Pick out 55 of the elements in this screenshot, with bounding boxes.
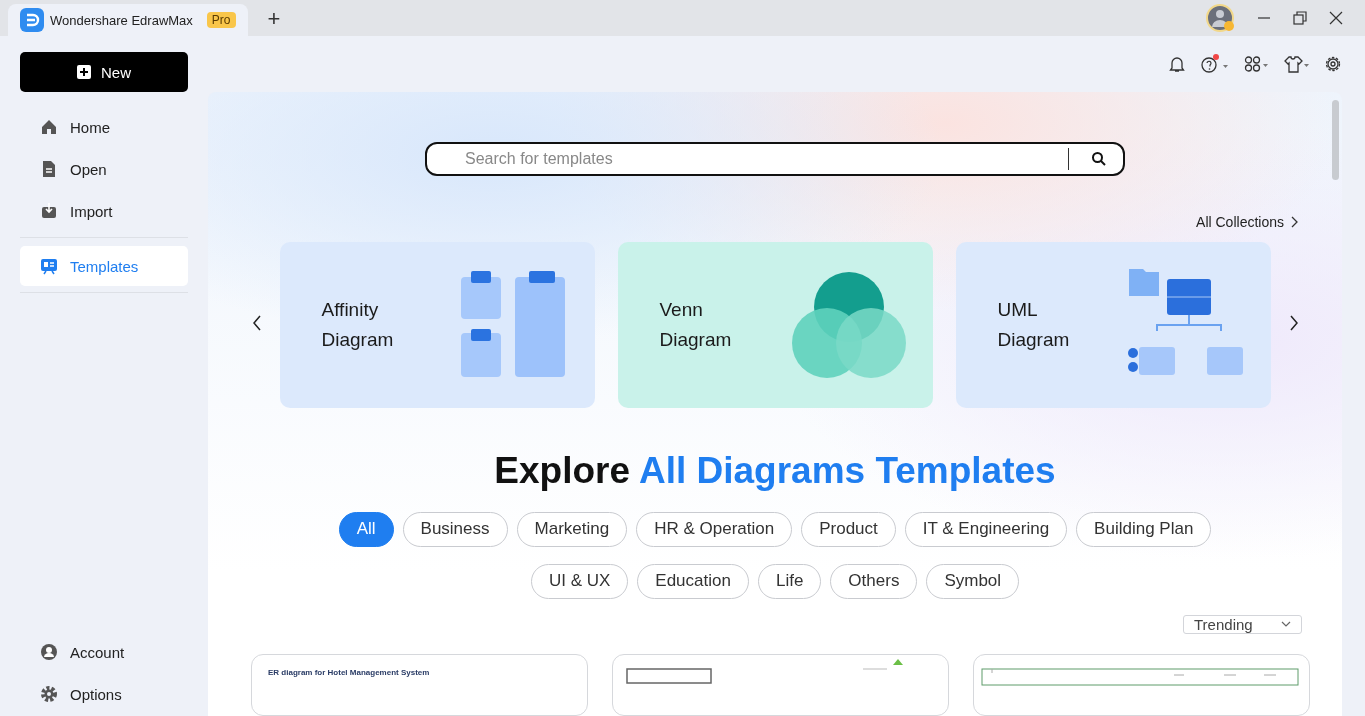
new-button[interactable]: New — [20, 52, 188, 92]
scrollbar[interactable] — [1332, 100, 1339, 180]
filter-chip[interactable]: UI & UX — [530, 563, 629, 599]
apps-icon[interactable] — [1244, 55, 1270, 73]
chevron-left-icon — [251, 315, 262, 332]
close-icon[interactable] — [1329, 11, 1343, 25]
app-title: Wondershare EdrawMax — [50, 12, 193, 28]
filter-chip[interactable]: Others — [830, 563, 918, 599]
help-icon[interactable] — [1200, 54, 1230, 74]
templates-icon — [40, 257, 58, 275]
template-category-card[interactable]: Venn Diagram — [617, 241, 933, 408]
pro-badge: Pro — [206, 12, 236, 28]
nav-item[interactable]: Home — [20, 107, 188, 147]
search-field[interactable]: Search for templates — [425, 142, 1125, 176]
filter-chip[interactable]: Marketing — [516, 511, 628, 547]
nav-item[interactable]: Options — [20, 674, 188, 714]
document-icon — [40, 160, 58, 178]
section-heading: Explore All Diagrams Templates — [494, 449, 1056, 492]
template-category-card[interactable]: UML Diagram — [955, 241, 1271, 408]
nav-item[interactable]: Open — [20, 149, 188, 189]
chevron-down-icon — [1281, 621, 1291, 628]
nav-item[interactable]: Import — [20, 191, 188, 231]
chevron-right-icon — [1290, 215, 1298, 228]
filter-chip[interactable]: IT & Engineering — [904, 511, 1068, 547]
account-icon — [40, 643, 58, 661]
all-collections-link[interactable]: All Collections — [1196, 213, 1298, 230]
search-input[interactable]: Search for templates — [463, 148, 1058, 169]
template-title: ER diagram for Hotel Management System — [268, 668, 431, 677]
filter-chip[interactable]: Business — [402, 511, 508, 547]
plus-icon — [77, 65, 91, 79]
filter-chip[interactable]: Symbol — [926, 563, 1020, 599]
sort-dropdown[interactable]: Trending — [1183, 614, 1302, 634]
filter-chip[interactable]: All — [338, 511, 394, 547]
bell-icon[interactable] — [1168, 55, 1186, 73]
new-tab-button[interactable]: + — [261, 3, 287, 33]
template-category-card[interactable]: Affinity Diagram — [279, 241, 595, 408]
search-icon[interactable] — [1091, 150, 1107, 167]
home-icon — [40, 118, 58, 136]
nav-item[interactable]: Account — [20, 632, 188, 672]
filter-chip[interactable]: Building Plan — [1076, 511, 1212, 547]
template-card[interactable]: ER diagram for Hotel Management System — [251, 654, 588, 716]
avatar-icon[interactable] — [1205, 3, 1235, 33]
filter-chip[interactable]: Education — [637, 563, 749, 599]
settings-icon — [40, 685, 58, 703]
nav-item[interactable]: Templates — [20, 246, 188, 286]
app-tab[interactable]: Wondershare EdrawMax Pro — [8, 4, 248, 36]
shirt-icon[interactable] — [1284, 55, 1310, 73]
restore-icon[interactable] — [1293, 11, 1307, 25]
filter-chip[interactable]: Product — [801, 511, 896, 547]
filter-chip[interactable]: HR & Operation — [636, 511, 793, 547]
import-icon — [40, 202, 58, 220]
settings-icon[interactable] — [1324, 55, 1342, 73]
filter-chip[interactable]: Life — [757, 563, 822, 599]
chevron-right-icon — [1288, 315, 1299, 332]
app-logo-icon — [20, 8, 44, 32]
